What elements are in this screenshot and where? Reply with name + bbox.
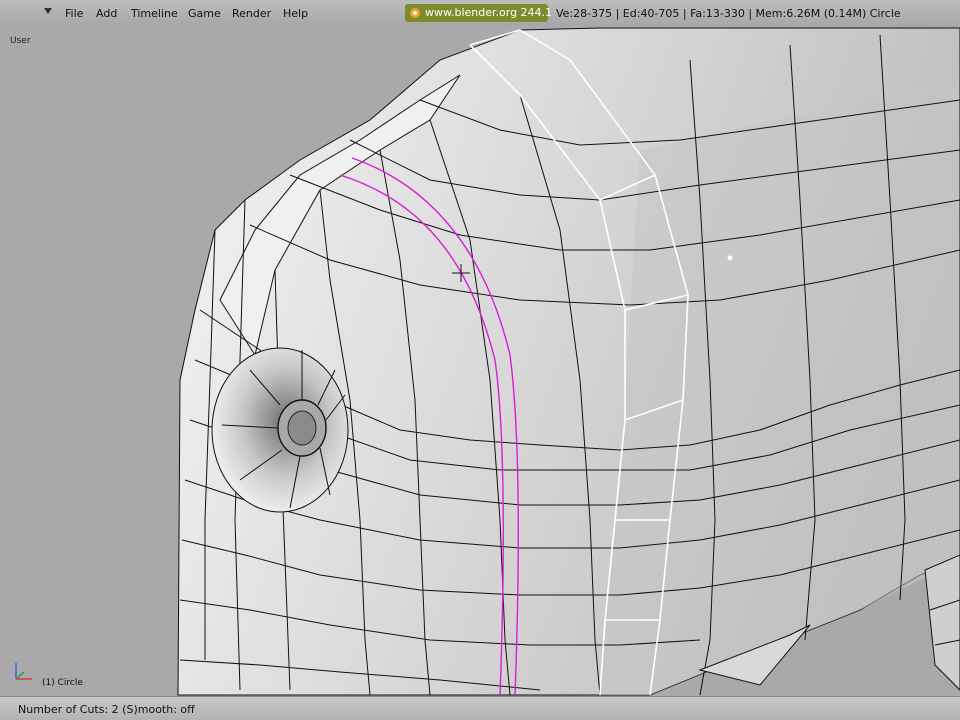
view-name-label: User bbox=[10, 36, 31, 46]
menu-game[interactable]: Game bbox=[188, 7, 221, 20]
axis-icon bbox=[15, 663, 32, 680]
blender-url: www.blender.org 244.1 bbox=[425, 6, 553, 19]
active-object-label: (1) Circle bbox=[42, 678, 83, 688]
loop-cut-status: Number of Cuts: 2 (S)mooth: off bbox=[18, 703, 195, 716]
blender-window: File Add Timeline Game Render Help www.b… bbox=[0, 0, 960, 720]
menu-render[interactable]: Render bbox=[232, 7, 271, 20]
menu-toggle-icon[interactable] bbox=[44, 8, 52, 14]
menu-timeline[interactable]: Timeline bbox=[131, 7, 178, 20]
blender-url-badge[interactable]: www.blender.org 244.1 bbox=[405, 4, 552, 22]
mesh-hole[interactable] bbox=[211, 347, 349, 513]
top-menu-bar: File Add Timeline Game Render Help www.b… bbox=[0, 0, 960, 27]
selected-vertex bbox=[727, 255, 733, 261]
status-bar: Number of Cuts: 2 (S)mooth: off bbox=[0, 696, 960, 720]
menu-add[interactable]: Add bbox=[96, 7, 117, 20]
mesh-stats: Ve:28-375 | Ed:40-705 | Fa:13-330 | Mem:… bbox=[556, 7, 901, 20]
menu-help[interactable]: Help bbox=[283, 7, 308, 20]
3d-viewport[interactable] bbox=[0, 26, 960, 696]
blender-logo-icon bbox=[410, 8, 420, 18]
menu-file[interactable]: File bbox=[65, 7, 83, 20]
